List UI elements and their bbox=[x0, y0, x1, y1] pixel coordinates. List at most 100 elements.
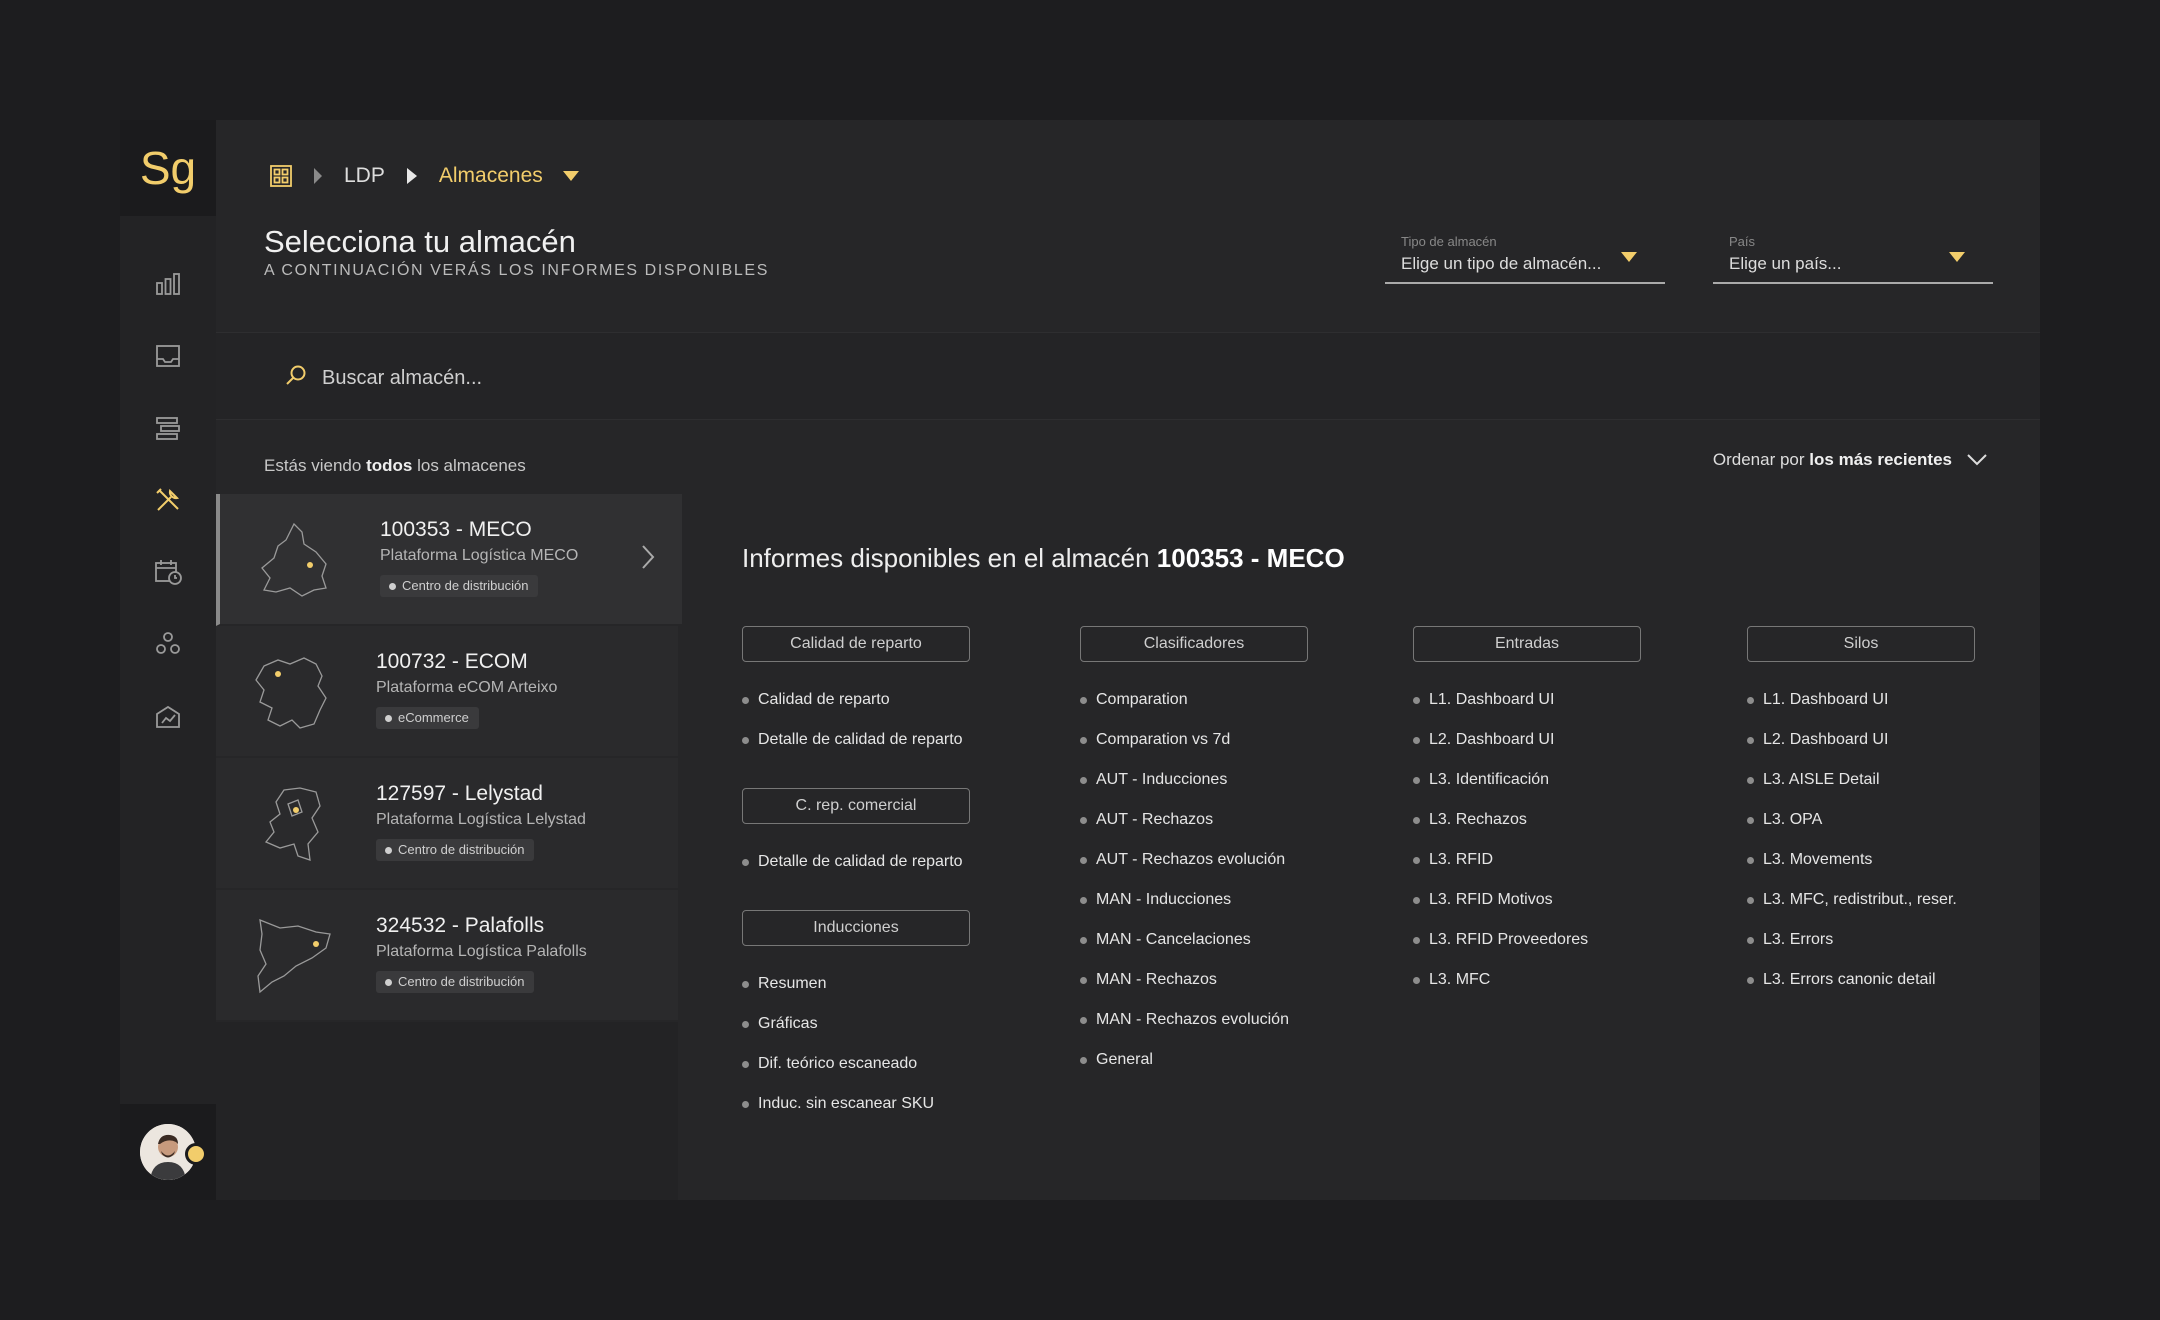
report-link[interactable]: Induc. sin escanear SKU bbox=[742, 1084, 1032, 1124]
search-icon bbox=[286, 365, 306, 385]
nav-item-buildings[interactable] bbox=[120, 680, 216, 752]
warehouse-card-ecom[interactable]: 100732 - ECOM Plataforma eCOM Arteixo eC… bbox=[216, 626, 678, 758]
report-link[interactable]: AUT - Rechazos evolución bbox=[1080, 840, 1370, 880]
report-link[interactable]: L3. RFID Proveedores bbox=[1413, 920, 1703, 960]
report-link[interactable]: MAN - Inducciones bbox=[1080, 880, 1370, 920]
warehouse-name: 324532 - Palafolls bbox=[376, 914, 545, 937]
report-link[interactable]: AUT - Inducciones bbox=[1080, 760, 1370, 800]
group-entradas[interactable]: Entradas bbox=[1413, 626, 1641, 662]
reports-title: Informes disponibles en el almacén 10035… bbox=[742, 543, 1345, 573]
warehouse-name: 127597 - Lelystad bbox=[376, 782, 543, 805]
chart-bar-icon bbox=[156, 273, 180, 295]
nav-item-tools[interactable] bbox=[120, 464, 216, 536]
report-link[interactable]: L3. AISLE Detail bbox=[1747, 760, 2037, 800]
breadcrumb-almacenes[interactable]: Almacenes bbox=[439, 164, 543, 188]
status-indicator bbox=[185, 1143, 207, 1165]
list-icon bbox=[156, 417, 180, 440]
report-link[interactable]: MAN - Rechazos evolución bbox=[1080, 1000, 1370, 1040]
report-link[interactable]: L2. Dashboard UI bbox=[1747, 720, 2037, 760]
report-link[interactable]: L3. RFID bbox=[1413, 840, 1703, 880]
breadcrumb-separator-icon bbox=[406, 168, 417, 184]
breadcrumb-separator-icon bbox=[314, 168, 322, 184]
warehouse-subtitle: Plataforma Logística Lelystad bbox=[376, 811, 586, 828]
warehouse-subtitle: Plataforma Logística MECO bbox=[380, 547, 579, 564]
report-link[interactable]: Detalle de calidad de reparto bbox=[742, 842, 1032, 882]
warehouse-subtitle: Plataforma Logística Palafolls bbox=[376, 943, 587, 960]
report-link[interactable]: L3. Identificación bbox=[1413, 760, 1703, 800]
group-c-rep-comercial[interactable]: C. rep. comercial bbox=[742, 788, 970, 824]
group-silos[interactable]: Silos bbox=[1747, 626, 1975, 662]
divider bbox=[216, 419, 2040, 420]
search-input[interactable] bbox=[320, 363, 924, 393]
warehouse-card-meco[interactable]: 100353 - MECO Plataforma Logística MECO … bbox=[216, 494, 682, 626]
warehouse-card-lelystad[interactable]: 127597 - Lelystad Plataforma Logística L… bbox=[216, 758, 678, 890]
warehouse-list: 100353 - MECO Plataforma Logística MECO … bbox=[216, 494, 682, 1200]
report-link[interactable]: L3. Movements bbox=[1747, 840, 2037, 880]
nodes-icon bbox=[156, 632, 180, 654]
user-menu[interactable] bbox=[120, 1104, 216, 1200]
report-link[interactable]: L2. Dashboard UI bbox=[1413, 720, 1703, 760]
warehouse-name: 100732 - ECOM bbox=[376, 650, 528, 673]
breadcrumb-dropdown-icon[interactable] bbox=[562, 171, 579, 181]
warehouse-type-label: Tipo de almacén bbox=[1401, 234, 1497, 249]
group-inducciones[interactable]: Inducciones bbox=[742, 910, 970, 946]
search-bar bbox=[216, 333, 2040, 419]
warehouse-tag: Centro de distribución bbox=[376, 839, 535, 861]
report-link[interactable]: Comparation vs 7d bbox=[1080, 720, 1370, 760]
breadcrumb: LDP Almacenes bbox=[270, 156, 579, 196]
chevron-down-icon bbox=[1967, 454, 1987, 466]
nav-item-charts[interactable] bbox=[120, 248, 216, 320]
report-link[interactable]: Gráficas bbox=[742, 1004, 1032, 1044]
sort-dropdown[interactable]: Ordenar por los más recientes bbox=[1713, 450, 1988, 470]
warehouse-tag: eCommerce bbox=[376, 707, 479, 729]
country-label: País bbox=[1729, 234, 1756, 249]
report-link[interactable]: AUT - Rechazos bbox=[1080, 800, 1370, 840]
calendar-clock-icon bbox=[155, 560, 182, 585]
report-link[interactable]: Dif. teórico escaneado bbox=[742, 1044, 1032, 1084]
chevron-down-icon bbox=[1949, 252, 1965, 262]
home-grid-icon[interactable] bbox=[270, 165, 292, 187]
report-link[interactable]: Detalle de calidad de reparto bbox=[742, 720, 1032, 760]
tools-icon bbox=[156, 488, 180, 511]
report-link[interactable]: Calidad de reparto bbox=[742, 680, 1032, 720]
warehouse-card-palafolls[interactable]: 324532 - Palafolls Plataforma Logística … bbox=[216, 890, 678, 1022]
warehouse-tag: Centro de distribución bbox=[376, 971, 535, 993]
building-chart-icon bbox=[156, 705, 180, 728]
nav-item-list[interactable] bbox=[120, 392, 216, 464]
report-link[interactable]: Resumen bbox=[742, 964, 1032, 1004]
nav-item-inbox[interactable] bbox=[120, 320, 216, 392]
report-link[interactable]: L3. Errors canonic detail bbox=[1747, 960, 2037, 1000]
country-value: Elige un país... bbox=[1729, 254, 1842, 273]
report-link[interactable]: General bbox=[1080, 1040, 1370, 1080]
nav-item-nodes[interactable] bbox=[120, 608, 216, 680]
report-link[interactable]: L1. Dashboard UI bbox=[1747, 680, 2037, 720]
warehouse-type-value: Elige un tipo de almacén... bbox=[1401, 254, 1602, 273]
madrid-map-icon bbox=[261, 522, 327, 597]
breadcrumb-ldp[interactable]: LDP bbox=[344, 164, 385, 188]
viewing-summary: Estás viendo todos los almacenes bbox=[264, 456, 526, 475]
country-select[interactable]: País Elige un país... bbox=[1713, 230, 1993, 284]
netherlands-map-icon bbox=[264, 787, 321, 861]
group-clasificadores[interactable]: Clasificadores bbox=[1080, 626, 1308, 662]
report-link[interactable]: L3. Rechazos bbox=[1413, 800, 1703, 840]
nav-item-schedule[interactable] bbox=[120, 536, 216, 608]
catalonia-map-icon bbox=[257, 918, 331, 994]
page-subtitle: A CONTINUACIÓN VERÁS LOS INFORMES DISPON… bbox=[264, 262, 769, 279]
report-link[interactable]: L3. MFC bbox=[1413, 960, 1703, 1000]
reports-column-3: Entradas L1. Dashboard UI L2. Dashboard … bbox=[1413, 626, 1703, 1000]
chevron-down-icon bbox=[1621, 252, 1637, 262]
app-window: Sg LDP Almacenes Selecciona tu almacén A… bbox=[120, 120, 2040, 1200]
report-link[interactable]: MAN - Rechazos bbox=[1080, 960, 1370, 1000]
warehouse-name: 100353 - MECO bbox=[380, 518, 532, 541]
report-link[interactable]: MAN - Cancelaciones bbox=[1080, 920, 1370, 960]
chevron-right-icon bbox=[642, 545, 655, 569]
report-link[interactable]: L3. Errors bbox=[1747, 920, 2037, 960]
report-link[interactable]: Comparation bbox=[1080, 680, 1370, 720]
report-link[interactable]: L3. MFC, redistribut., reser. bbox=[1747, 880, 2037, 920]
warehouse-type-select[interactable]: Tipo de almacén Elige un tipo de almacén… bbox=[1385, 230, 1665, 284]
inbox-icon bbox=[156, 345, 180, 367]
group-calidad-de-reparto[interactable]: Calidad de reparto bbox=[742, 626, 970, 662]
report-link[interactable]: L3. OPA bbox=[1747, 800, 2037, 840]
report-link[interactable]: L3. RFID Motivos bbox=[1413, 880, 1703, 920]
report-link[interactable]: L1. Dashboard UI bbox=[1413, 680, 1703, 720]
